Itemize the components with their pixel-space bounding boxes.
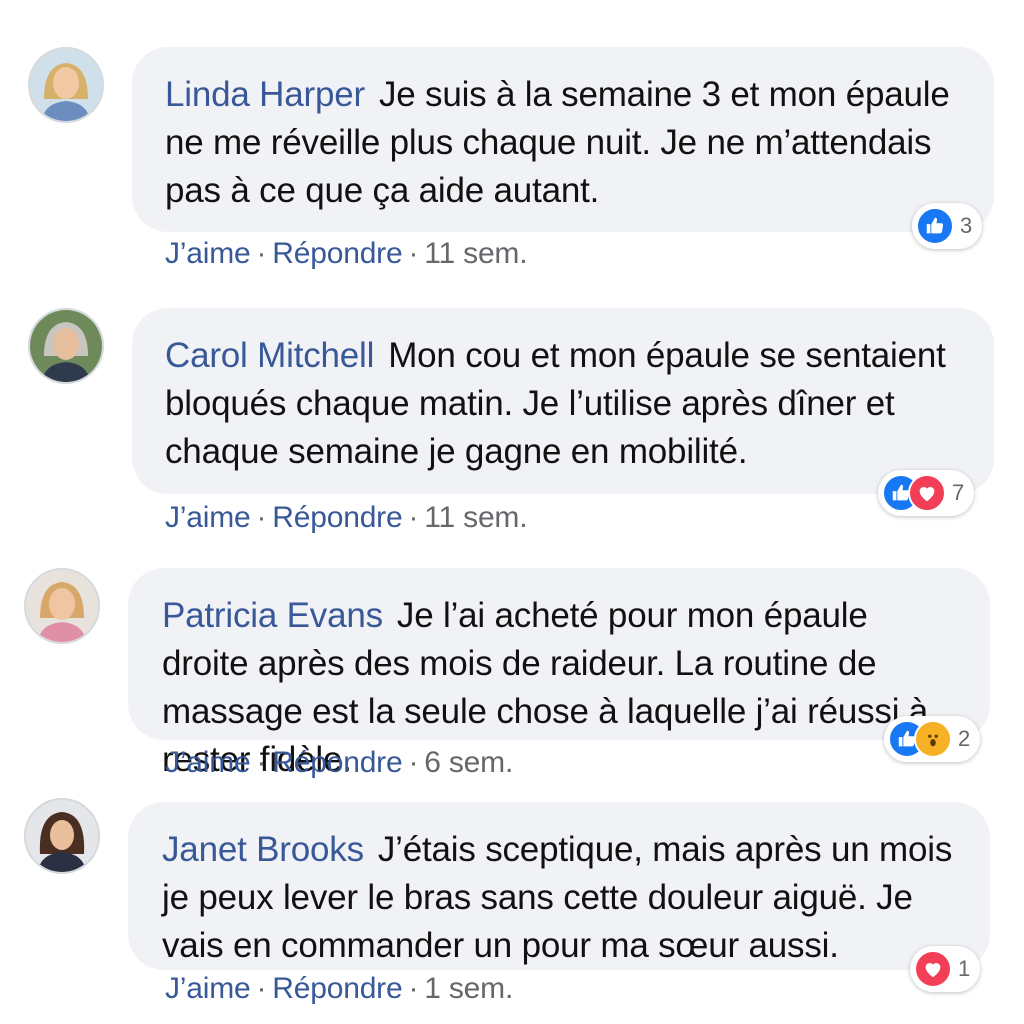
reply-button[interactable]: Répondre bbox=[272, 972, 402, 1005]
avatar-janet-icon bbox=[26, 800, 98, 872]
like-button[interactable]: J’aime bbox=[165, 501, 251, 534]
reaction-count: 3 bbox=[960, 213, 973, 238]
comment-time[interactable]: 1 sem. bbox=[424, 972, 513, 1005]
avatar-linda-icon bbox=[30, 49, 102, 121]
love-icon bbox=[914, 950, 952, 988]
reaction-count: 7 bbox=[952, 480, 965, 505]
comment-author[interactable]: Carol Mitchell bbox=[165, 336, 374, 375]
comment-actions: J’aime · Répondre · 11 sem. bbox=[165, 501, 528, 534]
avatar[interactable] bbox=[24, 798, 100, 874]
comment-time[interactable]: 6 sem. bbox=[424, 746, 513, 779]
reaction-count: 2 bbox=[958, 726, 971, 751]
avatar[interactable] bbox=[24, 568, 100, 644]
avatar-carol-icon bbox=[30, 310, 102, 382]
reply-button[interactable]: Répondre bbox=[272, 501, 402, 534]
like-icon bbox=[916, 207, 954, 245]
comment-bubble: Janet Brooks J’étais sceptique, mais aprè… bbox=[128, 802, 990, 970]
reactions-summary[interactable]: 1 bbox=[910, 946, 981, 992]
reactions-summary[interactable]: 2 bbox=[884, 716, 981, 762]
comment-actions: J’aime · Répondre · 1 sem. bbox=[165, 972, 514, 1005]
comment-actions: J’aime · Répondre · 6 sem. bbox=[165, 746, 514, 779]
reactions-summary[interactable]: 7 bbox=[878, 470, 975, 516]
comment-author[interactable]: Janet Brooks bbox=[162, 830, 364, 869]
comment-bubble: Linda Harper Je suis à la semaine 3 et mo… bbox=[132, 47, 994, 232]
reply-button[interactable]: Répondre bbox=[272, 237, 402, 270]
avatar[interactable] bbox=[28, 47, 104, 123]
like-button[interactable]: J’aime bbox=[165, 972, 251, 1005]
comment-author[interactable]: Patricia Evans bbox=[162, 596, 383, 635]
like-button[interactable]: J’aime bbox=[165, 237, 251, 270]
comment-bubble: Patricia Evans Je l’ai acheté pour mon ép… bbox=[128, 568, 990, 779]
comment-bubble: Carol Mitchell Mon cou et mon épaule se s… bbox=[132, 308, 994, 494]
like-button[interactable]: J’aime bbox=[165, 746, 251, 779]
love-icon bbox=[908, 474, 946, 512]
comment-actions: J’aime · Répondre · 11 sem. bbox=[165, 237, 528, 270]
avatar[interactable] bbox=[28, 308, 104, 384]
comment-time[interactable]: 11 sem. bbox=[424, 501, 527, 534]
wow-icon bbox=[914, 720, 952, 758]
reply-button[interactable]: Répondre bbox=[272, 746, 402, 779]
reactions-summary[interactable]: 3 bbox=[912, 203, 983, 249]
reaction-count: 1 bbox=[958, 956, 971, 981]
avatar-patricia-icon bbox=[26, 570, 98, 642]
comment-time[interactable]: 11 sem. bbox=[424, 237, 527, 270]
comment-author[interactable]: Linda Harper bbox=[165, 75, 365, 114]
